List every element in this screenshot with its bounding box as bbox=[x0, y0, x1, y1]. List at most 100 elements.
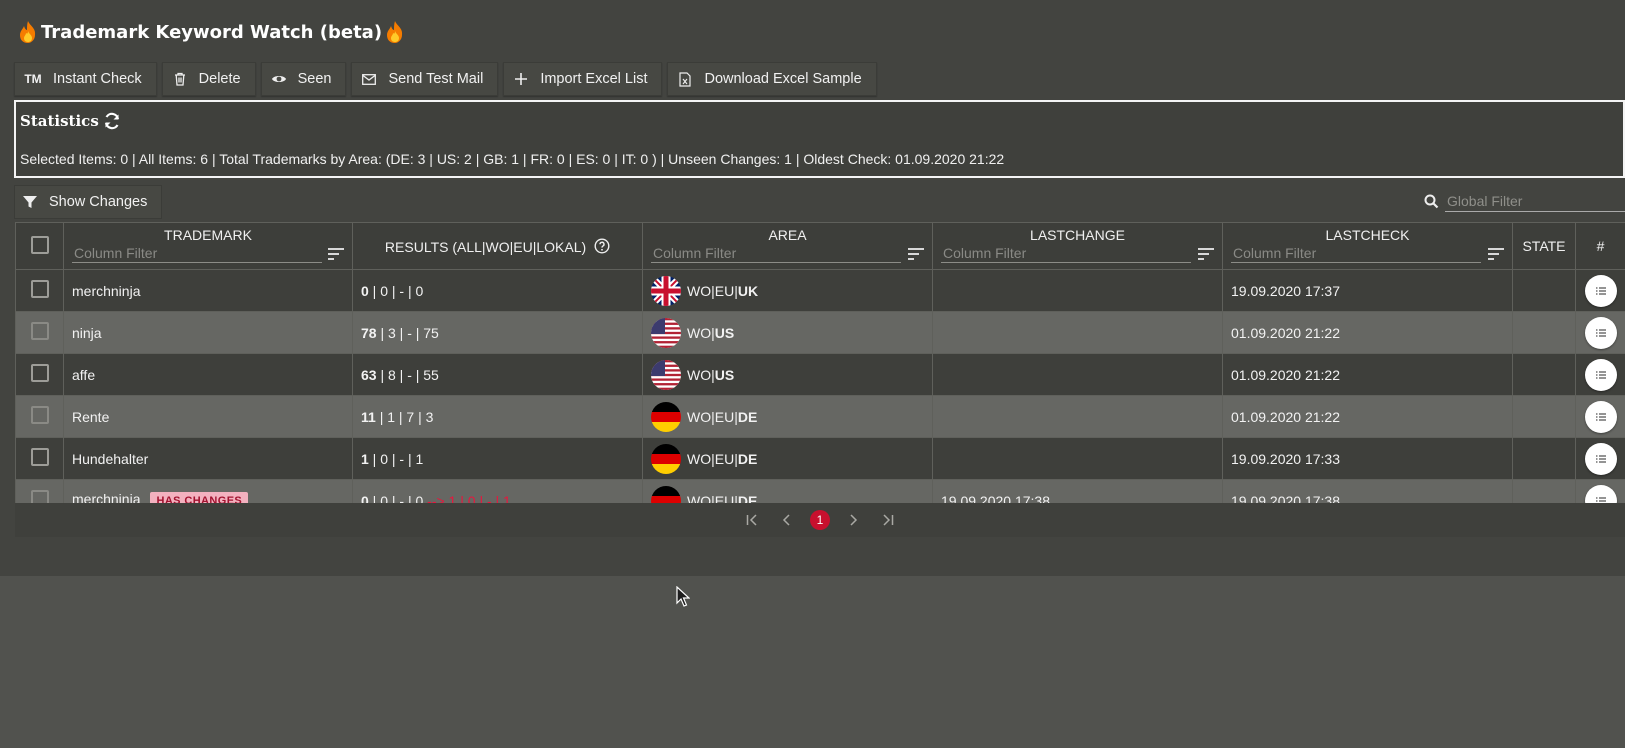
table-row[interactable]: ninja 78 | 3 | - | 75 WO|US 01.09.2020 21:2… bbox=[15, 311, 1625, 354]
lastcheck-cell: 01.09.2020 21:22 bbox=[1222, 353, 1513, 396]
lastchange-cell bbox=[932, 353, 1223, 396]
filter-icon bbox=[23, 196, 37, 208]
show-changes-label: Show Changes bbox=[49, 194, 148, 210]
next-page-icon[interactable] bbox=[844, 510, 864, 530]
first-page-icon[interactable] bbox=[742, 510, 762, 530]
row-menu-button[interactable] bbox=[1584, 442, 1617, 475]
row-checkbox[interactable] bbox=[30, 322, 49, 340]
previous-page-icon[interactable] bbox=[776, 510, 796, 530]
actions-cell bbox=[1575, 395, 1625, 438]
header-results[interactable]: RESULTS (ALL|WO|EU|LOKAL) bbox=[352, 222, 643, 270]
import-excel-label: Import Excel List bbox=[540, 71, 648, 87]
lastchange-cell bbox=[932, 311, 1223, 354]
table-row[interactable]: affe 63 | 8 | - | 55 WO|US 01.09.2020 21:22 bbox=[15, 353, 1625, 396]
download-sample-label: Download Excel Sample bbox=[704, 71, 862, 87]
send-test-mail-button[interactable]: Send Test Mail bbox=[351, 62, 499, 96]
global-filter-input[interactable] bbox=[1445, 191, 1625, 212]
results-breakdown: | 8 | - | 55 bbox=[376, 366, 439, 383]
fire-icon bbox=[20, 21, 36, 43]
header-trademark[interactable]: TRADEMARK bbox=[63, 222, 353, 270]
sort-icon[interactable] bbox=[1488, 248, 1504, 260]
trademark-text: merchninja bbox=[72, 282, 141, 299]
lastchange-filter-input[interactable] bbox=[941, 245, 1191, 263]
table-row[interactable]: Hundehalter 1 | 0 | - | 1 WO|EU|DE 19.09.20… bbox=[15, 437, 1625, 480]
results-cell: 63 | 8 | - | 55 bbox=[352, 353, 643, 396]
area-country: DE bbox=[737, 450, 758, 467]
filter-bar: Show Changes bbox=[14, 185, 1625, 221]
search-icon bbox=[1424, 194, 1439, 209]
header-lastcheck-label: LASTCHECK bbox=[1325, 227, 1410, 243]
results-breakdown: | 1 | 7 | 3 bbox=[375, 408, 434, 425]
row-checkbox[interactable] bbox=[30, 406, 49, 424]
row-menu-button[interactable] bbox=[1584, 316, 1617, 349]
table-row[interactable]: Rente 11 | 1 | 7 | 3 WO|EU|DE 01.09.2020 21… bbox=[15, 395, 1625, 438]
area-country: UK bbox=[737, 282, 759, 299]
de-flag-icon bbox=[651, 443, 681, 474]
area-cell: WO|EU|DE bbox=[642, 395, 933, 438]
statistics-title-text: Statistics bbox=[20, 112, 99, 130]
actions-cell bbox=[1575, 353, 1625, 396]
area-filter-input[interactable] bbox=[651, 245, 901, 263]
last-page-icon[interactable] bbox=[878, 510, 898, 530]
row-select-cell bbox=[15, 269, 64, 312]
row-menu-button[interactable] bbox=[1584, 400, 1617, 433]
download-sample-button[interactable]: Download Excel Sample bbox=[667, 62, 877, 96]
import-excel-button[interactable]: Import Excel List bbox=[503, 62, 663, 96]
trademark-text: Hundehalter bbox=[72, 450, 149, 467]
eye-icon bbox=[270, 71, 288, 87]
area-country: US bbox=[714, 366, 735, 383]
row-menu-button[interactable] bbox=[1584, 274, 1617, 307]
header-hash-label: # bbox=[1596, 238, 1605, 254]
results-all-count: 78 bbox=[361, 324, 377, 341]
header-area-label: AREA bbox=[768, 227, 807, 243]
app-title: Trademark Keyword Watch (beta) bbox=[17, 20, 406, 44]
area-text: WO|EU|DE bbox=[687, 409, 757, 425]
select-all-checkbox[interactable] bbox=[30, 235, 49, 254]
current-page-button[interactable]: 1 bbox=[810, 510, 830, 530]
header-results-label: RESULTS (ALL|WO|EU|LOKAL) bbox=[384, 238, 587, 255]
header-state[interactable]: STATE bbox=[1512, 222, 1576, 270]
header-lastchange[interactable]: LASTCHANGE bbox=[932, 222, 1223, 270]
row-select-cell bbox=[15, 395, 64, 438]
table-row[interactable]: merchninja 0 | 0 | - | 0 WO|EU|UK 19.09.202… bbox=[15, 269, 1625, 312]
area-cell: WO|US bbox=[642, 353, 933, 396]
results-all-count: 11 bbox=[361, 408, 376, 425]
area-wrap: WO|US bbox=[651, 317, 924, 348]
area-prefix: WO| bbox=[687, 366, 715, 383]
list-icon bbox=[1595, 328, 1606, 337]
results-all-count: 0 bbox=[361, 282, 369, 299]
mouse-cursor-icon bbox=[676, 586, 690, 607]
trademark-table: TRADEMARK RESULTS (ALL|WO|EU|LOKAL) AREA bbox=[15, 222, 1625, 522]
row-checkbox[interactable] bbox=[30, 280, 49, 298]
state-cell bbox=[1512, 353, 1576, 396]
lastcheck-column-filter bbox=[1223, 245, 1512, 263]
header-lastcheck[interactable]: LASTCHECK bbox=[1222, 222, 1513, 270]
sort-icon[interactable] bbox=[328, 248, 344, 260]
row-checkbox[interactable] bbox=[30, 448, 49, 466]
instant-check-button[interactable]: TM Instant Check bbox=[14, 62, 157, 96]
header-lastchange-label: LASTCHANGE bbox=[1030, 227, 1125, 243]
lastcheck-cell: 01.09.2020 21:22 bbox=[1222, 311, 1513, 354]
us-flag-icon bbox=[651, 317, 681, 348]
area-text: WO|EU|UK bbox=[687, 283, 758, 299]
delete-button[interactable]: Delete bbox=[161, 62, 256, 96]
lastchange-cell bbox=[932, 269, 1223, 312]
help-icon[interactable] bbox=[594, 237, 610, 254]
trademark-filter-input[interactable] bbox=[72, 245, 322, 263]
seen-button[interactable]: Seen bbox=[260, 62, 347, 96]
area-text: WO|US bbox=[687, 325, 734, 341]
state-cell bbox=[1512, 395, 1576, 438]
row-checkbox[interactable] bbox=[30, 364, 49, 382]
header-area[interactable]: AREA bbox=[642, 222, 933, 270]
trademark-text: ninja bbox=[72, 324, 102, 341]
sort-icon[interactable] bbox=[1198, 248, 1214, 260]
area-wrap: WO|EU|DE bbox=[651, 401, 924, 432]
lastcheck-filter-input[interactable] bbox=[1231, 245, 1481, 263]
sort-icon[interactable] bbox=[908, 248, 924, 260]
show-changes-button[interactable]: Show Changes bbox=[14, 185, 163, 219]
row-select-cell bbox=[15, 353, 64, 396]
refresh-icon[interactable] bbox=[103, 112, 121, 130]
area-cell: WO|US bbox=[642, 311, 933, 354]
trademark-cell: Hundehalter bbox=[63, 437, 353, 480]
row-menu-button[interactable] bbox=[1584, 358, 1617, 391]
